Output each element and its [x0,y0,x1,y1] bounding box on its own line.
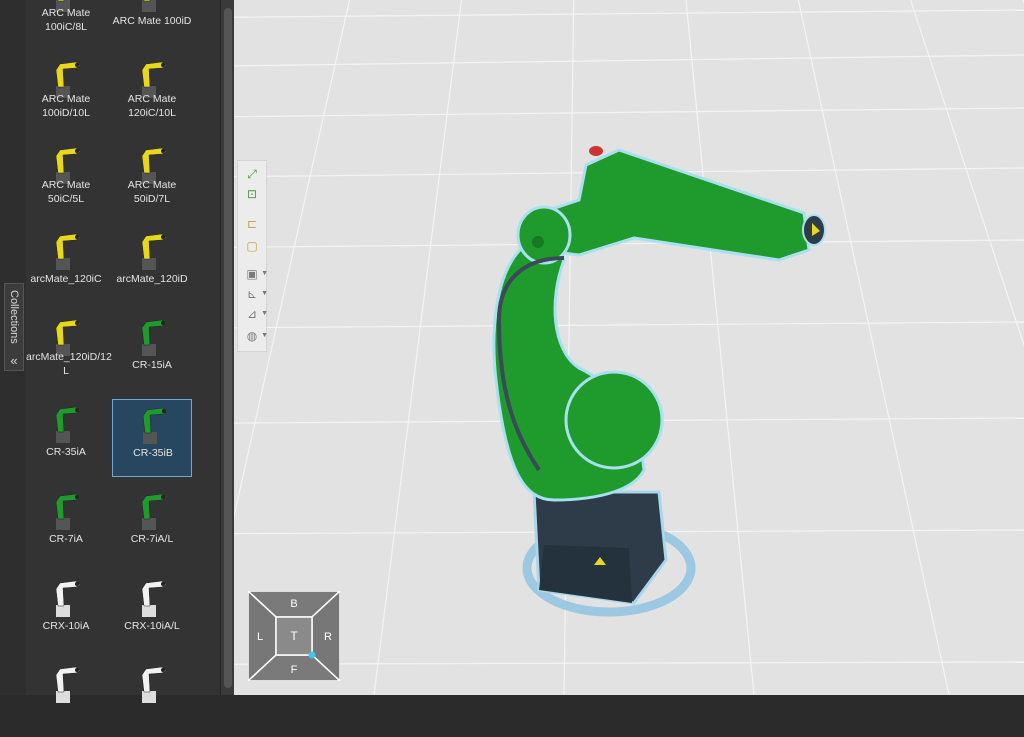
robot-cr-35ib[interactable] [492,146,826,605]
robot-name-label: arcMate_120iC [30,273,102,285]
robot-list-item[interactable]: ARC Mate 120iC/10L [112,54,192,132]
robot-thumbnail-icon [55,493,81,530]
robot-name-label: CRX-10iA/L [124,620,180,632]
collections-tab-label: Collections [8,290,20,344]
robot-thumbnail-icon [55,233,81,270]
robot-name-label: CR-15iA [132,359,172,371]
robot-name-label: arcMate_120iD/12 L [26,351,112,377]
collections-tab[interactable]: Collections « [0,0,27,695]
robot-name-label: ARC Mate 50iD/7L [127,179,177,205]
robot-name-label: CRX-10iA [42,620,90,632]
robot-list-item[interactable]: ARC Mate 50iD/7L [112,140,192,218]
robot-thumbnail-icon [55,406,81,443]
nav-cube-label-left: L [257,631,263,643]
view-toolbar: ⤢ ⊡ ⊏ ▢ ▣ ▼ ⊾ ▼ ⊿ ▼ ◍ ▼ [237,160,268,352]
3d-viewport[interactable] [234,0,1024,695]
fit-all-icon[interactable]: ⤢ [242,165,262,183]
robot-thumbnail-icon [141,666,167,703]
robot-list-item[interactable] [26,659,106,737]
dropdown-arrow-icon[interactable]: ▼ [261,285,268,303]
nav-cube-label-top: B [290,598,297,610]
dropdown-arrow-icon[interactable]: ▼ [261,265,268,283]
library-scrollbar[interactable] [220,0,235,695]
robot-name-label: CR-35iB [133,447,173,459]
robot-thumbnail-icon [141,580,167,617]
robot-list-item[interactable]: ARC Mate 100iD/10L [26,54,106,132]
robot-name-label: CR-35iA [46,446,86,458]
robot-list-item[interactable]: CRX-10iA [26,573,106,651]
robot-name-label: ARC Mate 100iD/10L [41,93,91,119]
robot-name-label: ARC Mate 100iD [112,15,192,27]
robot-thumbnail-icon [55,580,81,617]
robot-name-label: CR-7iA [49,533,83,545]
robot-name-label: ARC Mate 50iC/5L [41,179,91,205]
robot-list-item[interactable]: arcMate_120iD [112,226,192,304]
nav-cube-label-bottom: F [291,664,298,676]
dropdown-arrow-icon[interactable]: ▼ [261,327,268,345]
robot-list-item[interactable]: CR-7iA/L [112,486,192,564]
robot-list-item[interactable]: arcMate_120iC [26,226,106,304]
robot-list-item[interactable]: CR-7iA [26,486,106,564]
nav-cube-label-right: R [324,631,332,643]
robot-thumbnail-icon [141,233,167,270]
dropdown-arrow-icon[interactable]: ▼ [261,305,268,323]
wireframe-cube-icon[interactable]: ▢ [242,237,262,255]
axes-icon[interactable]: ⊾ ▼ [242,285,268,303]
display-options-icon[interactable]: ◍ ▼ [242,327,268,345]
shaded-cube-icon[interactable]: ▣ ▼ [242,265,268,283]
nav-cube-corner-marker [308,651,316,659]
robot-list-item[interactable]: arcMate_120iD/12 L [26,312,112,390]
fit-selection-icon[interactable]: ⊡ [242,185,262,203]
double-chevron-left-icon[interactable]: « [5,353,23,368]
collections-tab-button[interactable]: Collections « [4,283,24,371]
navigation-cube[interactable]: B L T R F [248,591,340,681]
robot-name-label: ARC Mate 100iC/8L [41,7,91,33]
robot-name-label: ARC Mate 120iC/10L [127,93,177,119]
robot-thumbnail-icon [141,493,167,530]
robot-list-item[interactable]: ARC Mate 100iD [112,0,192,46]
robot-name-label: arcMate_120iD [116,273,188,285]
robot-thumbnail-icon [55,666,81,703]
robot-list-item[interactable]: CR-35iA [26,399,106,477]
robot-thumbnail-icon [141,319,167,356]
robot-list-item[interactable]: CRX-10iA/L [112,573,192,651]
robot-thumbnail-icon [142,407,168,444]
snap-icon[interactable]: ⊏ [242,215,262,233]
coordinate-frame-icon[interactable]: ⊿ ▼ [242,305,268,323]
library-scrollbar-thumb[interactable] [224,8,232,688]
robot-list-item[interactable]: ARC Mate 100iC/8L [26,0,106,46]
robot-list-item[interactable]: CR-15iA [112,312,192,390]
nav-cube-label-center: T [290,629,298,643]
robot-thumbnail-icon [142,0,156,12]
robot-library-panel: ARC Mate 100iC/8L ARC Mate 100iD ARC Mate … [26,0,220,703]
robot-name-label: CR-7iA/L [130,533,174,545]
floor-grid [234,0,1024,695]
robot-list-item[interactable] [112,659,192,737]
robot-list-item[interactable]: CR-35iB [112,399,192,477]
robot-list-item[interactable]: ARC Mate 50iC/5L [26,140,106,218]
